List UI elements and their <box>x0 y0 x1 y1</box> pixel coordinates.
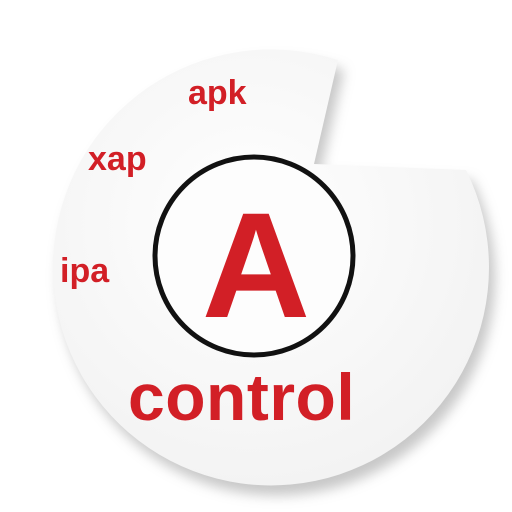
extension-label-apk: apk <box>188 74 247 112</box>
extension-label-xap: xap <box>88 140 147 178</box>
extension-label-ipa: ipa <box>60 252 110 290</box>
logo-canvas: apk xap ipa A control <box>0 0 512 512</box>
logo-letter: A <box>201 181 311 349</box>
logo-wordmark: control <box>128 360 356 434</box>
